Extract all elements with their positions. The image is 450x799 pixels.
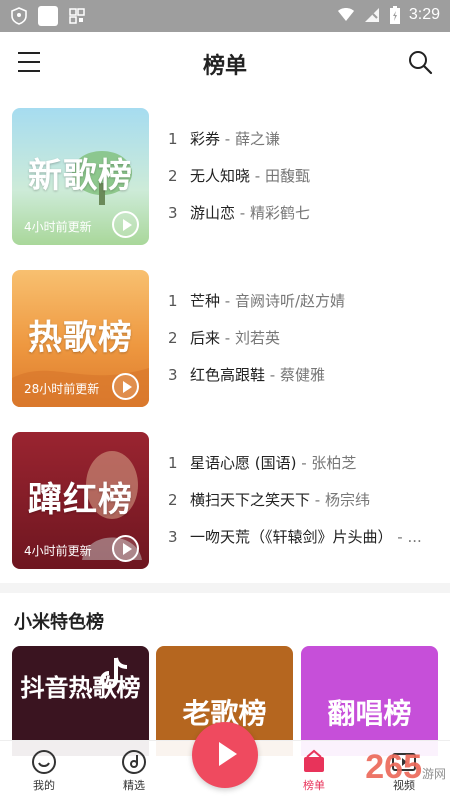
rank-update-time: 4小时前更新 bbox=[24, 544, 92, 558]
nav-label: 我的 bbox=[33, 779, 55, 792]
rank-cover-title: 新歌榜 bbox=[28, 156, 133, 196]
chart-icon bbox=[304, 749, 324, 772]
page-title: 榜单 bbox=[202, 54, 247, 79]
grid-icon bbox=[69, 8, 85, 24]
rank-song-list: 1 星语心愿 (国语) - 张柏芝 2 横扫天下之笑天下 - 杨宗纬 3 一吻天荒（《… bbox=[168, 450, 440, 561]
song-item[interactable]: 1 星语心愿 (国语) - 张柏芝 bbox=[168, 450, 440, 487]
section-title: 小米特色榜 bbox=[14, 612, 104, 633]
nav-mine[interactable]: 我的 bbox=[14, 749, 74, 793]
rank-cover-title: 热歌榜 bbox=[28, 318, 133, 358]
nav-charts[interactable]: 榜单 bbox=[284, 749, 344, 793]
rank-trending-songs[interactable]: 蹿红榜 4小时前更新 1 星语心愿 (国语) - 张柏芝 2 横扫天下之笑天下 - … bbox=[0, 432, 450, 572]
play-icon[interactable] bbox=[112, 211, 139, 238]
rank-cover[interactable]: 热歌榜 28小时前更新 bbox=[12, 270, 149, 407]
wifi-icon bbox=[337, 8, 354, 21]
song-item[interactable]: 3 红色高跟鞋 - 蔡健雅 bbox=[168, 362, 440, 399]
nav-label: 榜单 bbox=[303, 779, 325, 792]
song-item[interactable]: 2 无人知晓 - 田馥甄 bbox=[168, 163, 440, 200]
section-divider bbox=[0, 583, 450, 593]
status-bar: 3:29 bbox=[0, 0, 450, 32]
nav-featured[interactable]: 精选 bbox=[104, 749, 164, 793]
rank-cover[interactable]: 新歌榜 4小时前更新 bbox=[12, 108, 149, 245]
shield-icon bbox=[11, 7, 27, 25]
featured-card-title: 抖音热歌榜 bbox=[20, 674, 141, 702]
play-icon[interactable] bbox=[112, 373, 139, 400]
search-icon[interactable] bbox=[406, 48, 434, 76]
play-icon[interactable] bbox=[112, 535, 139, 562]
status-time: 3:29 bbox=[408, 6, 440, 23]
battery-icon bbox=[389, 6, 400, 24]
play-button[interactable] bbox=[192, 722, 258, 788]
rank-update-time: 4小时前更新 bbox=[24, 220, 92, 234]
smile-icon bbox=[32, 750, 56, 774]
app-notification-icon bbox=[38, 6, 58, 26]
rank-hot-songs[interactable]: 热歌榜 28小时前更新 1 芒种 - 音阙诗听/赵方婧 2 后来 - 刘若英 3 红色… bbox=[0, 270, 450, 410]
rank-song-list: 1 芒种 - 音阙诗听/赵方婧 2 后来 - 刘若英 3 红色高跟鞋 - 蔡健雅 bbox=[168, 288, 440, 399]
song-item[interactable]: 2 横扫天下之笑天下 - 杨宗纬 bbox=[168, 487, 440, 524]
rank-update-time: 28小时前更新 bbox=[24, 382, 100, 396]
rank-new-songs[interactable]: 新歌榜 4小时前更新 1 彩券 - 薛之谦 2 无人知晓 - 田馥甄 3 游山恋 - … bbox=[0, 108, 450, 248]
signal-icon bbox=[364, 8, 379, 22]
rank-cover[interactable]: 蹿红榜 4小时前更新 bbox=[12, 432, 149, 569]
app-header: 榜单 bbox=[0, 32, 450, 94]
song-item[interactable]: 3 游山恋 - 精彩鹤七 bbox=[168, 200, 440, 237]
featured-card-title: 翻唱榜 bbox=[327, 697, 412, 730]
song-item[interactable]: 2 后来 - 刘若英 bbox=[168, 325, 440, 362]
nav-label: 精选 bbox=[123, 779, 145, 792]
song-item[interactable]: 3 一吻天荒（《轩辕剑》片头曲） - ... bbox=[168, 524, 440, 561]
disc-icon bbox=[122, 750, 146, 774]
rank-song-list: 1 彩券 - 薛之谦 2 无人知晓 - 田馥甄 3 游山恋 - 精彩鹤七 bbox=[168, 126, 440, 237]
song-item[interactable]: 1 芒种 - 音阙诗听/赵方婧 bbox=[168, 288, 440, 325]
song-item[interactable]: 1 彩券 - 薛之谦 bbox=[168, 126, 440, 163]
rank-cover-title: 蹿红榜 bbox=[28, 480, 133, 520]
watermark-logo: 265游网 bbox=[365, 748, 446, 786]
